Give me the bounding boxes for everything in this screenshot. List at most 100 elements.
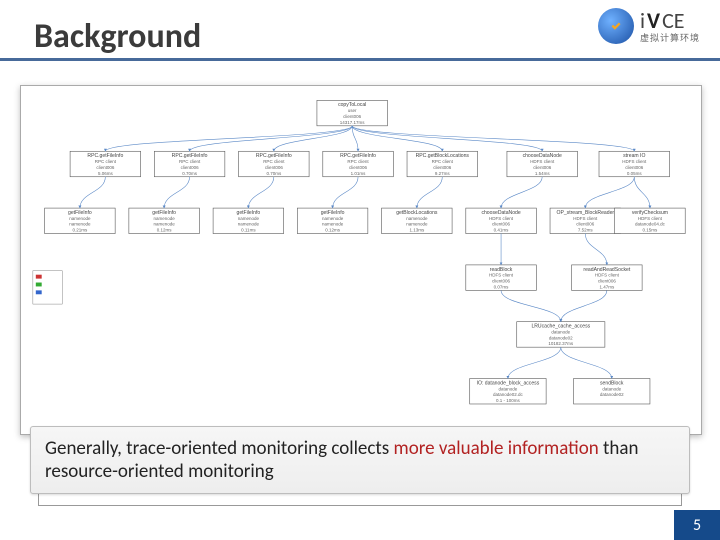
svg-text:RPC client: RPC client bbox=[263, 159, 285, 164]
node-row3-1: readAndReadSocketHDFS clientclient0061.4… bbox=[572, 265, 643, 290]
svg-text:HDFS client: HDFS client bbox=[622, 159, 647, 164]
node-row3-0: readBlockHDFS clientclient0060.07ms bbox=[466, 265, 537, 290]
svg-text:namenode: namenode bbox=[69, 216, 91, 221]
node-row1-2: RPC.getFileInfoRPC clientclient0060.70ms bbox=[239, 151, 310, 176]
svg-text:client006: client006 bbox=[576, 222, 595, 227]
svg-text:client006: client006 bbox=[181, 165, 200, 170]
svg-text:1.47ms: 1.47ms bbox=[599, 284, 615, 289]
logo: i V CE 虚拟计算环境 bbox=[598, 8, 700, 44]
svg-text:0.12ms: 0.12ms bbox=[157, 228, 173, 233]
svg-text:RPC client: RPC client bbox=[347, 159, 369, 164]
svg-text:14317.17ms: 14317.17ms bbox=[340, 120, 366, 125]
node-row2-0: getFileInfonamenodenamenode0.21ms bbox=[45, 208, 116, 233]
callout: Generally, trace-oriented monitoring col… bbox=[30, 426, 690, 494]
svg-text:datanode04.dc: datanode04.dc bbox=[635, 222, 666, 227]
logo-text: i V CE 虚拟计算环境 bbox=[640, 10, 700, 43]
svg-text:datanode: datanode bbox=[551, 329, 570, 334]
node-row2-1: getFileInfonamenodenamenode0.12ms bbox=[129, 208, 200, 233]
svg-text:1.54ms: 1.54ms bbox=[535, 171, 551, 176]
svg-text:namenode: namenode bbox=[69, 222, 91, 227]
svg-text:7.52ms: 7.52ms bbox=[578, 228, 594, 233]
node-row2-5: chooseDataNodeHDFS clientclient0060.41ms bbox=[466, 208, 537, 233]
trace-diagram: copyToLocal user client006 14317.17ms RP… bbox=[27, 92, 695, 428]
logo-main: i V CE bbox=[640, 10, 700, 32]
logo-mark-icon bbox=[598, 8, 634, 44]
title-underline bbox=[0, 58, 720, 61]
logo-bold: V bbox=[647, 10, 660, 32]
svg-text:client006: client006 bbox=[598, 279, 617, 284]
logo-sub: 虚拟计算环境 bbox=[640, 34, 700, 43]
node-row2-6: OP_stream_BlockReaderHDFS clientclient00… bbox=[550, 208, 621, 233]
svg-text:datanode02: datanode02 bbox=[600, 392, 624, 397]
svg-text:0.1 - 100ms: 0.1 - 100ms bbox=[496, 398, 521, 403]
check-icon bbox=[607, 17, 625, 35]
svg-text:HDFS client: HDFS client bbox=[595, 273, 620, 278]
svg-text:0.07ms: 0.07ms bbox=[494, 284, 510, 289]
svg-text:namenode: namenode bbox=[406, 216, 428, 221]
logo-mid: CE bbox=[662, 10, 684, 32]
node-row2-2: getFileInfonamenodenamenode0.11ms bbox=[213, 208, 284, 233]
svg-text:RPC client: RPC client bbox=[179, 159, 201, 164]
svg-text:1.01ms: 1.01ms bbox=[351, 171, 367, 176]
page-title: Background bbox=[34, 16, 201, 57]
node-row5-1: sendBlockdatanodedatanode02 bbox=[574, 379, 650, 404]
svg-text:namenode: namenode bbox=[153, 216, 175, 221]
svg-text:0.41ms: 0.41ms bbox=[494, 228, 510, 233]
node-row4-0: LRUcache_cache_accessdatanodedatanode021… bbox=[517, 322, 605, 347]
logo-prefix: i bbox=[640, 10, 645, 32]
diagram-overlay: copyToLocal user client006 14317.17ms RP… bbox=[20, 85, 702, 435]
node-row2-3: getFileInfonamenodenamenode0.12ms bbox=[297, 208, 368, 233]
svg-text:5.06ms: 5.06ms bbox=[98, 171, 114, 176]
svg-text:RPC client: RPC client bbox=[432, 159, 454, 164]
svg-text:namenode: namenode bbox=[322, 222, 344, 227]
svg-text:0.70ms: 0.70ms bbox=[266, 171, 282, 176]
svg-text:namenode: namenode bbox=[238, 222, 260, 227]
svg-text:datanode02: datanode02 bbox=[549, 335, 573, 340]
page-number: 5 bbox=[674, 510, 720, 540]
svg-text:0.12ms: 0.12ms bbox=[325, 228, 341, 233]
svg-text:9.27ms: 9.27ms bbox=[435, 171, 451, 176]
svg-text:client006: client006 bbox=[625, 165, 644, 170]
svg-text:datanode02.dc: datanode02.dc bbox=[493, 392, 524, 397]
svg-text:0.11ms: 0.11ms bbox=[241, 228, 256, 233]
svg-text:HDFS client: HDFS client bbox=[573, 216, 598, 221]
svg-text:client006: client006 bbox=[492, 279, 511, 284]
node-row1-5: chooseDataNodeHDFS clientclient0061.54ms bbox=[507, 151, 578, 176]
node-row1-0: RPC.getFileInfoRPC clientclient0065.06ms bbox=[70, 151, 141, 176]
node-row1-3: RPC.getFileInfoRPC clientclient0061.01ms bbox=[323, 151, 394, 176]
svg-text:namenode: namenode bbox=[406, 222, 428, 227]
title-wrap: Background bbox=[34, 16, 201, 57]
svg-text:0.21ms: 0.21ms bbox=[73, 228, 89, 233]
node-root: copyToLocal user client006 14317.17ms bbox=[317, 100, 388, 125]
svg-text:namenode: namenode bbox=[238, 216, 260, 221]
node-row1-1: RPC.getFileInfoRPC clientclient0060.70ms bbox=[154, 151, 225, 176]
svg-text:client006: client006 bbox=[349, 165, 368, 170]
callout-highlight: more valuable information bbox=[394, 437, 599, 460]
svg-text:client006: client006 bbox=[343, 114, 362, 119]
node-row2-7: verifyChecksumHDFS clientdatanode04.dc0.… bbox=[615, 208, 686, 233]
svg-text:HDFS client: HDFS client bbox=[489, 273, 514, 278]
svg-text:client006: client006 bbox=[265, 165, 284, 170]
node-row5-0: IO: datanode_block_accessdatanodedatanod… bbox=[470, 379, 546, 404]
node-row2-4: getBlockLocationsnamenodenamenode1.13ms bbox=[382, 208, 453, 233]
svg-text:10182.37ms: 10182.37ms bbox=[548, 341, 574, 346]
svg-text:HDFS client: HDFS client bbox=[489, 216, 514, 221]
svg-text:client006: client006 bbox=[533, 165, 552, 170]
svg-text:RPC client: RPC client bbox=[95, 159, 117, 164]
svg-text:datanode: datanode bbox=[602, 386, 621, 391]
svg-text:0.15ms: 0.15ms bbox=[643, 228, 659, 233]
svg-text:1.13ms: 1.13ms bbox=[409, 228, 425, 233]
svg-text:HDFS client: HDFS client bbox=[530, 159, 555, 164]
callout-pre: Generally, trace-oriented monitoring col… bbox=[45, 437, 394, 460]
legend bbox=[33, 271, 62, 304]
svg-text:user: user bbox=[348, 108, 357, 113]
svg-text:client006: client006 bbox=[96, 165, 115, 170]
svg-text:client006: client006 bbox=[433, 165, 452, 170]
node-row1-6: stream IOHDFS clientclient0060.05ms bbox=[599, 151, 670, 176]
svg-text:HDFS client: HDFS client bbox=[638, 216, 663, 221]
node-row1-4: RPC.getBlockLocationsRPC clientclient006… bbox=[407, 151, 478, 176]
svg-text:client006: client006 bbox=[492, 222, 511, 227]
svg-text:0.70ms: 0.70ms bbox=[182, 171, 198, 176]
svg-text:namenode: namenode bbox=[322, 216, 344, 221]
svg-text:0.05ms: 0.05ms bbox=[627, 171, 643, 176]
